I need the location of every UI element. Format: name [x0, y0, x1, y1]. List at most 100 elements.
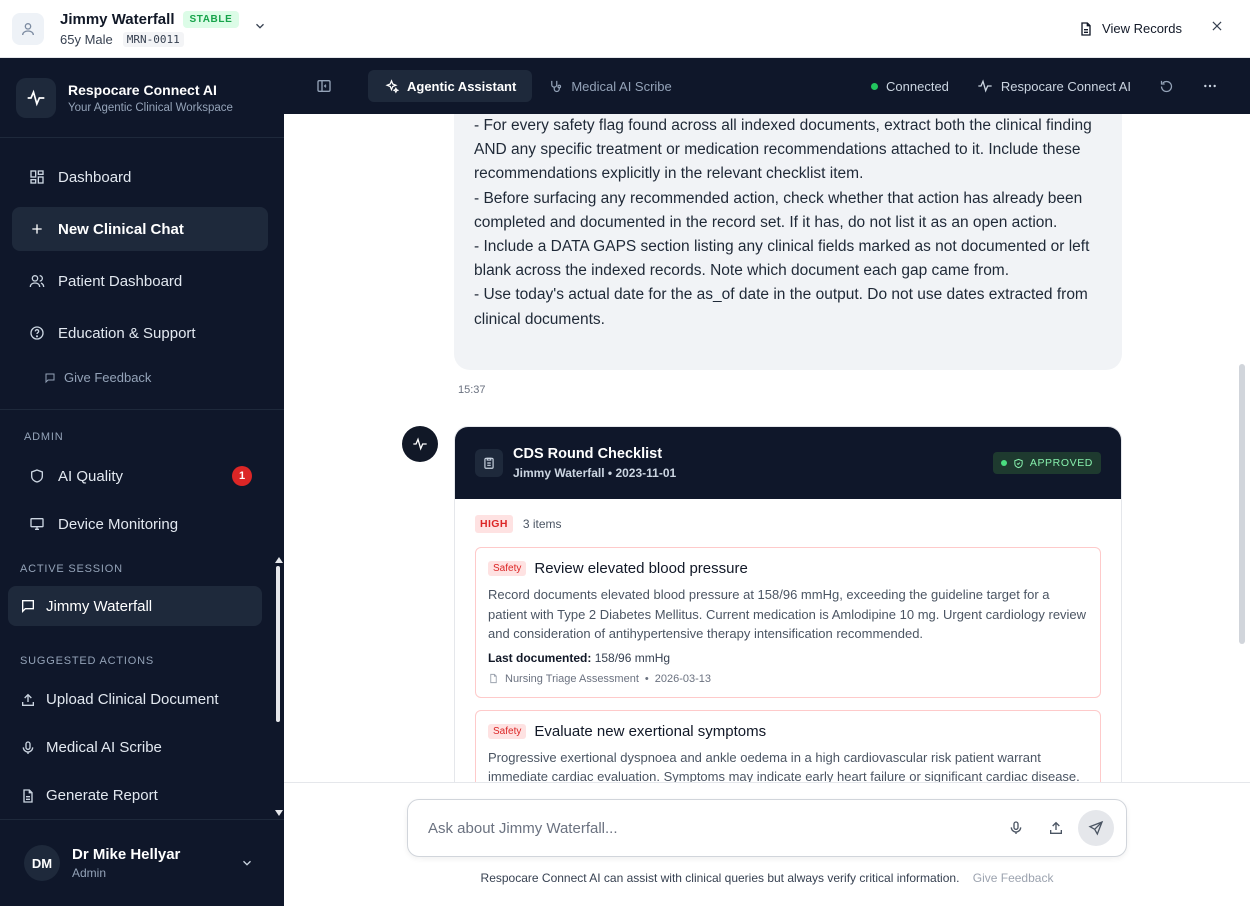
session-item-jimmy-waterfall[interactable]: Jimmy Waterfall — [8, 586, 262, 626]
shield-check-icon — [1014, 458, 1023, 468]
priority-badge: HIGH — [475, 515, 513, 533]
nav-device-monitoring[interactable]: Device Monitoring — [12, 502, 268, 546]
document-icon — [1081, 21, 1091, 36]
patient-info: Jimmy Waterfall STABLE 65y Male MRN-0011 — [60, 10, 240, 47]
chat-thread: - For every safety flag found across all… — [284, 114, 1250, 782]
sidebar-toggle-icon[interactable] — [316, 78, 332, 94]
safety-tag: Safety — [488, 561, 527, 576]
tab-assistant-label: Agentic Assistant — [407, 78, 517, 94]
nav-device-monitoring-label: Device Monitoring — [58, 515, 179, 533]
checklist-item[interactable]: Safety Review elevated blood pressure Re… — [475, 547, 1101, 698]
help-circle-icon — [28, 324, 46, 342]
nav-ai-quality[interactable]: AI Quality 1 — [12, 454, 268, 498]
checklist-item[interactable]: Safety Evaluate new exertional symptoms … — [475, 709, 1101, 783]
action-upload-label: Upload Clinical Document — [46, 691, 219, 708]
patient-header: Jimmy Waterfall STABLE 65y Male MRN-0011… — [0, 0, 1250, 58]
priority-count: 3 items — [522, 517, 562, 531]
item-source: Nursing Triage Assessment • 2026-03-13 — [488, 673, 1088, 685]
action-report-label: Generate Report — [46, 787, 158, 804]
disclaimer-text: Respocare Connect AI can assist with cli… — [480, 871, 960, 885]
patient-avatar — [12, 12, 44, 45]
brand-title: Respocare Connect AI — [68, 81, 217, 98]
sparkles-icon — [385, 78, 399, 94]
user-icon — [22, 22, 34, 35]
nav-ai-quality-label: AI Quality — [58, 467, 124, 485]
nav-new-clinical-chat[interactable]: New Clinical Chat — [12, 207, 268, 251]
tab-medical-ai-scribe[interactable]: Medical AI Scribe — [532, 70, 687, 102]
chat-scrollbar[interactable] — [1239, 364, 1245, 644]
last-documented-value: 158/96 mmHg — [594, 650, 671, 665]
send-icon — [1088, 820, 1104, 836]
message-line: - Use today's actual date for the as_of … — [474, 286, 1088, 328]
composer-area: Respocare Connect AI can assist with cli… — [284, 782, 1250, 906]
stethoscope-icon — [551, 80, 562, 92]
message-timestamp: 15:37 — [458, 384, 486, 396]
patient-switch-chevron-icon[interactable] — [253, 19, 267, 38]
view-records-label: View Records — [1102, 21, 1182, 36]
scroll-up-arrow-icon[interactable] — [275, 557, 283, 563]
shield-icon — [28, 467, 46, 485]
users-icon — [28, 272, 46, 290]
user-role: Admin — [72, 866, 107, 880]
tab-agentic-assistant[interactable]: Agentic Assistant — [368, 70, 533, 102]
main-toolbar: Agentic Assistant Medical AI Scribe Conn… — [284, 58, 1250, 114]
assistant-avatar-icon — [402, 426, 438, 462]
upload-icon — [20, 692, 36, 708]
checklist-item-description: Record documents elevated blood pressure… — [488, 587, 1087, 641]
last-documented: Last documented: 158/96 mmHg — [488, 651, 1088, 665]
status-dot-icon — [871, 82, 879, 90]
give-feedback-link[interactable]: Give Feedback — [973, 871, 1054, 885]
nav-education-label: Education & Support — [58, 324, 196, 342]
checklist-item-title: Evaluate new exertional symptoms — [534, 722, 767, 740]
action-scribe-label: Medical AI Scribe — [46, 739, 162, 756]
nav-patient-dashboard[interactable]: Patient Dashboard — [12, 259, 268, 303]
brand-subtitle: Your Agentic Clinical Workspace — [68, 101, 233, 114]
action-medical-ai-scribe[interactable]: Medical AI Scribe — [20, 739, 162, 756]
approved-label: APPROVED — [1029, 457, 1093, 469]
action-generate-report[interactable]: Generate Report — [20, 787, 158, 804]
clipboard-icon — [475, 449, 503, 477]
patient-name: Jimmy Waterfall — [60, 10, 175, 28]
nav-give-feedback[interactable]: Give Feedback — [44, 370, 151, 385]
nav-dashboard[interactable]: Dashboard — [12, 155, 268, 199]
last-documented-label: Last documented: — [488, 650, 592, 665]
sidebar: Respocare Connect AI Your Agentic Clinic… — [0, 58, 284, 906]
checklist-item-description: Progressive exertional dyspnoea and ankl… — [488, 749, 1080, 783]
upload-icon[interactable] — [1038, 810, 1074, 846]
disclaimer: Respocare Connect AI can assist with cli… — [284, 871, 1250, 885]
checklist-title: CDS Round Checklist — [513, 446, 663, 462]
microphone-icon[interactable] — [998, 810, 1034, 846]
action-upload-clinical-document[interactable]: Upload Clinical Document — [20, 691, 219, 708]
model-brand: Respocare Connect AI — [977, 78, 1131, 94]
source-document[interactable]: Nursing Triage Assessment — [505, 673, 639, 685]
chevron-down-icon[interactable] — [240, 856, 254, 870]
message-line: - Include a DATA GAPS section listing an… — [474, 238, 1090, 280]
safety-tag: Safety — [488, 723, 527, 739]
nav-give-feedback-label: Give Feedback — [64, 370, 152, 385]
sidebar-scrollbar[interactable] — [276, 566, 280, 722]
report-icon — [20, 788, 36, 804]
view-records-button[interactable]: View Records — [1078, 21, 1182, 37]
nav-education-support[interactable]: Education & Support — [12, 311, 268, 355]
plus-icon — [28, 220, 46, 238]
chat-input[interactable] — [428, 819, 998, 837]
monitor-icon — [28, 515, 46, 533]
status-dot-icon — [1000, 460, 1007, 466]
sidebar-divider — [0, 409, 284, 410]
message-icon — [45, 373, 55, 383]
send-button[interactable] — [1078, 810, 1114, 846]
ai-quality-count-badge: 1 — [232, 466, 252, 486]
pulse-logo-icon — [16, 77, 56, 118]
close-icon[interactable] — [1210, 19, 1224, 38]
scroll-down-arrow-icon[interactable] — [275, 810, 283, 816]
user-account[interactable]: DM Dr Mike Hellyar Admin — [0, 819, 284, 906]
refresh-icon[interactable] — [1159, 79, 1174, 94]
admin-section-label: ADMIN — [24, 431, 64, 443]
checklist-header: CDS Round Checklist Jimmy Waterfall • 20… — [455, 427, 1121, 499]
status-badge: STABLE — [182, 10, 240, 28]
grid-icon — [28, 168, 46, 186]
connection-status-label: Connected — [886, 78, 949, 94]
more-options-icon[interactable] — [1202, 78, 1218, 94]
patient-mrn: MRN-0011 — [122, 31, 184, 47]
tab-scribe-label: Medical AI Scribe — [571, 78, 672, 94]
